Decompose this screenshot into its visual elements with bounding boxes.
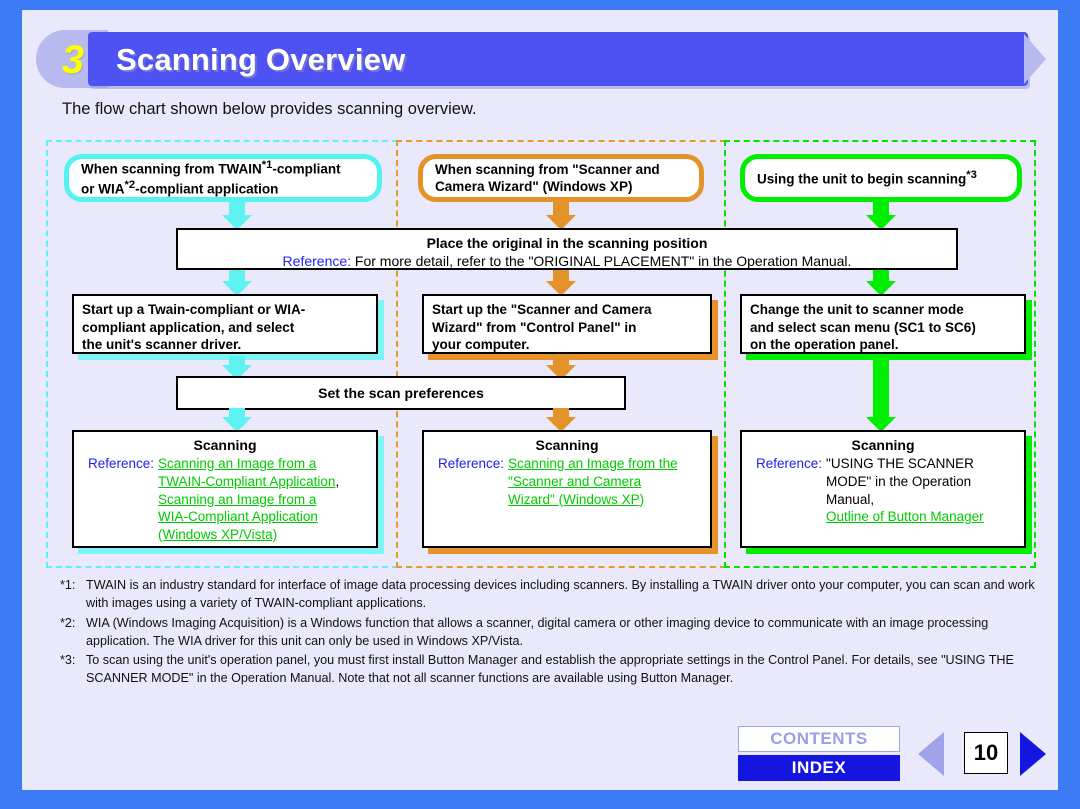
arrow-down-cyan-2 (222, 270, 252, 296)
step-box-unit: Change the unit to scanner mode and selec… (740, 294, 1026, 354)
page-canvas: 3 Scanning Overview The flow chart shown… (22, 10, 1058, 790)
footnote-2: *2: WIA (Windows Imaging Acquisition) is… (60, 614, 1045, 651)
step-box-twain-label: Start up a Twain-compliant or WIA-compli… (82, 302, 306, 353)
entry-box-twain-label: When scanning from TWAIN*1-compliant or W… (81, 159, 341, 197)
previous-page-icon[interactable] (918, 732, 944, 776)
scanning-box-unit-text-2: MODE" in the Operation (826, 473, 972, 489)
scanning-box-twain: Scanning Reference: Scanning an Image fr… (72, 430, 378, 548)
arrow-down-orange-4 (546, 408, 576, 432)
footnote-3: *3: To scan using the unit's operation p… (60, 651, 1045, 688)
index-button[interactable]: INDEX (738, 755, 900, 781)
footnote-1-text: TWAIN is an industry standard for interf… (86, 578, 1035, 611)
place-original-reference-label: Reference: (282, 253, 352, 270)
arrow-down-green-3 (866, 356, 896, 432)
scanning-box-unit-title: Scanning (851, 437, 915, 453)
link-wia-compliant-application[interactable]: WIA-Compliant Application (158, 509, 318, 524)
set-preferences-label: Set the scan preferences (318, 384, 484, 401)
arrow-down-green-2 (866, 270, 896, 296)
page-title: Scanning Overview (116, 42, 406, 77)
scanning-box-unit-text-1: "USING THE SCANNER (826, 456, 974, 472)
link-wizard-scanning-image-3[interactable]: Wizard" (Windows XP) (508, 492, 644, 507)
link-wia-scanning-image-1[interactable]: Scanning an Image from a (158, 492, 316, 507)
nav-buttons-stack: CONTENTS INDEX (738, 726, 900, 781)
flow-chart: When scanning from TWAIN*1-compliant or W… (46, 140, 1036, 570)
step-box-wizard-label: Start up the "Scanner and Camera Wizard" … (432, 302, 652, 353)
footnotes: *1: TWAIN is an industry standard for in… (60, 576, 1045, 689)
page-number: 10 (964, 732, 1008, 774)
link-outline-of-button-manager[interactable]: Outline of Button Manager (826, 509, 984, 524)
arrow-down-orange-1 (546, 202, 576, 230)
entry-box-wizard: When scanning from "Scanner and Camera Wi… (418, 154, 704, 202)
entry-box-unit: Using the unit to begin scanning*3 (740, 154, 1022, 202)
step-box-unit-label: Change the unit to scanner mode and selec… (750, 302, 976, 353)
place-original-reference-text: For more detail, refer to the "ORIGINAL … (354, 253, 852, 270)
step-box-wizard: Start up the "Scanner and Camera Wizard" … (422, 294, 712, 354)
place-original-box: Place the original in the scanning posit… (176, 228, 958, 270)
place-original-title: Place the original in the scanning posit… (426, 235, 708, 251)
arrow-down-cyan-4 (222, 408, 252, 432)
scanning-box-wizard: Scanning Reference: Scanning an Image fr… (422, 430, 712, 548)
scanning-box-wizard-title: Scanning (535, 437, 599, 453)
scanning-box-twain-reference-label: Reference: (88, 456, 155, 472)
scanning-box-twain-title: Scanning (193, 437, 257, 453)
page-header: 3 Scanning Overview (36, 30, 1046, 88)
link-wizard-scanning-image-2[interactable]: "Scanner and Camera (508, 474, 641, 489)
link-comma: , (335, 473, 340, 489)
step-box-twain: Start up a Twain-compliant or WIA-compli… (72, 294, 378, 354)
scanning-box-unit-text-3: Manual, (826, 491, 875, 507)
scanning-box-wizard-reference-label: Reference: (438, 456, 505, 472)
set-preferences-box: Set the scan preferences (176, 376, 626, 410)
contents-button[interactable]: CONTENTS (738, 726, 900, 752)
chapter-number: 3 (61, 38, 85, 82)
footnote-1: *1: TWAIN is an industry standard for in… (60, 576, 1045, 613)
scanning-box-unit-reference-label: Reference: (756, 456, 823, 472)
entry-box-unit-label: Using the unit to begin scanning*3 (757, 169, 977, 187)
footer-navigation: CONTENTS INDEX 10 (738, 726, 1048, 784)
footnote-1-label: *1: (60, 578, 76, 592)
link-twain-scanning-image-1[interactable]: Scanning an Image from a (158, 456, 316, 471)
entry-box-wizard-label: When scanning from "Scanner and Camera Wi… (435, 161, 660, 194)
footnote-2-text: WIA (Windows Imaging Acquisition) is a W… (86, 615, 989, 648)
footnote-3-label: *3: (60, 653, 76, 667)
arrow-down-green-1 (866, 202, 896, 230)
link-windows-xp-vista[interactable]: (Windows XP/Vista) (158, 527, 277, 542)
entry-box-twain: When scanning from TWAIN*1-compliant or W… (64, 154, 382, 202)
footnote-3-text: To scan using the unit's operation panel… (86, 653, 1014, 686)
link-wizard-scanning-image-1[interactable]: Scanning an Image from the (508, 456, 678, 471)
footnote-2-label: *2: (60, 615, 76, 630)
arrow-down-orange-2 (546, 270, 576, 296)
header-chevron-icon (1024, 34, 1046, 84)
scanning-box-unit: Scanning Reference: "USING THE SCANNER M… (740, 430, 1026, 548)
link-twain-compliant-application[interactable]: TWAIN-Compliant Application (158, 474, 335, 489)
arrow-down-cyan-1 (222, 202, 252, 230)
intro-text: The flow chart shown below provides scan… (62, 100, 477, 118)
next-page-icon[interactable] (1020, 732, 1046, 776)
